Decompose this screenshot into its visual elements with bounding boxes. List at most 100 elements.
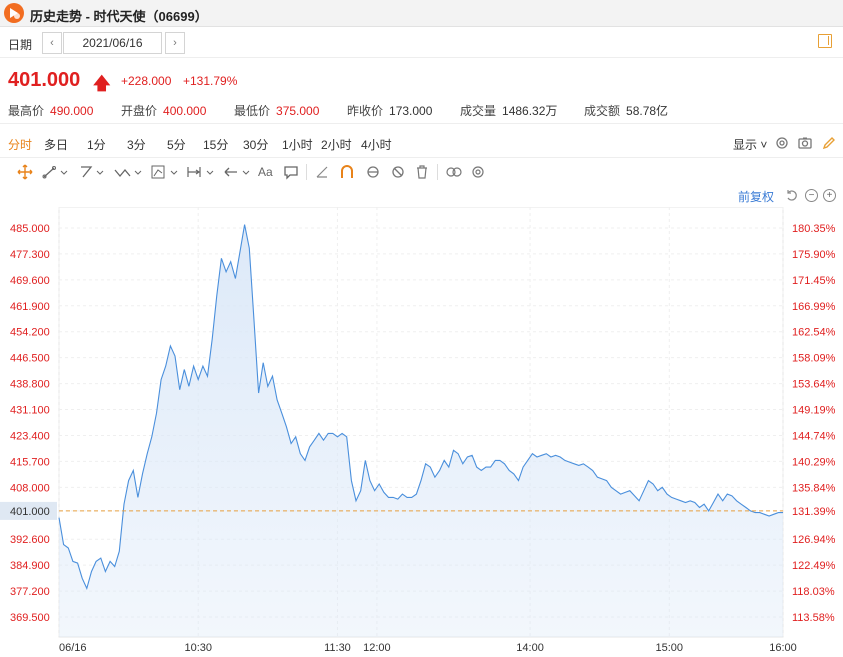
zoom-in-icon[interactable]: + xyxy=(823,189,836,202)
pencil-icon[interactable] xyxy=(821,135,837,151)
date-bar: 日期 ‹ 2021/06/16 › xyxy=(0,28,843,58)
percent-tick-label: 122.49% xyxy=(792,560,836,572)
percent-tick-label: 166.99% xyxy=(792,301,836,313)
percent-tick-label: 126.94% xyxy=(792,534,836,546)
time-tick-label: 15:00 xyxy=(656,642,684,654)
compare-icon[interactable] xyxy=(445,162,463,182)
adjust-mode-button[interactable]: 前复权 xyxy=(738,188,774,205)
percent-tick-label: 118.03% xyxy=(792,586,835,598)
indicator-settings-icon[interactable] xyxy=(470,162,486,182)
tab-30min[interactable]: 30分 xyxy=(243,136,268,153)
prev-date-button[interactable]: ‹ xyxy=(42,32,62,54)
price-tick-label: 415.700 xyxy=(10,456,50,468)
tab-5min[interactable]: 5分 xyxy=(167,136,186,153)
percent-tick-label: 175.90% xyxy=(792,249,836,261)
hide-drawing-icon[interactable] xyxy=(389,162,407,182)
percent-tick-label: 158.09% xyxy=(792,353,836,365)
intraday-chart[interactable]: 485.000 477.300 469.600 461.900 454.200 446.5… xyxy=(0,207,843,657)
price-tick-label: 446.500 xyxy=(10,353,50,365)
time-tick-label: 10:30 xyxy=(184,642,212,654)
tab-4hour[interactable]: 4小时 xyxy=(361,136,392,153)
price-tick-label: 469.600 xyxy=(10,275,50,287)
percent-tick-label: 171.45% xyxy=(792,275,836,287)
reset-icon[interactable] xyxy=(785,189,798,202)
chart-pattern-icon[interactable] xyxy=(150,162,180,182)
move-crosshair-icon[interactable] xyxy=(16,162,34,182)
percent-tick-label: 131.39% xyxy=(792,506,836,518)
stat-low: 最低价 375.000 xyxy=(234,104,320,118)
price-tick-label: 384.900 xyxy=(10,560,50,572)
next-date-button[interactable]: › xyxy=(165,32,185,54)
up-arrow-icon: 🡅 xyxy=(93,74,111,93)
wave-tool-icon[interactable] xyxy=(113,162,143,182)
text-tool-button[interactable]: Aa xyxy=(258,162,273,182)
time-tick-label: 12:00 xyxy=(363,642,391,654)
percent-tick-label: 113.58% xyxy=(792,612,835,624)
price-tick-label: 423.400 xyxy=(10,430,50,442)
comment-icon[interactable] xyxy=(283,162,299,182)
time-tick-label: 11:30 xyxy=(324,642,351,654)
ray-tool-icon[interactable] xyxy=(78,162,106,182)
line-tool-icon[interactable] xyxy=(42,162,70,182)
drawing-toolbar: Aa xyxy=(0,159,843,185)
measure-tool-icon[interactable] xyxy=(186,162,216,182)
percent-tick-label: 153.64% xyxy=(792,379,836,391)
price-change: +228.000 xyxy=(121,74,172,88)
percent-tick-label: 180.35% xyxy=(792,223,836,235)
lock-drawing-icon[interactable] xyxy=(364,162,382,182)
arrow-tool-icon[interactable] xyxy=(222,162,252,182)
stat-high: 最高价 490.000 xyxy=(8,104,94,118)
stat-open: 开盘价 400.000 xyxy=(121,104,207,118)
date-label: 日期 xyxy=(8,38,33,52)
x-axis: 06/16 10:30 11:30 12:00 14:00 15:00 16:00 xyxy=(59,642,797,654)
date-field[interactable]: 2021/06/16 xyxy=(63,32,162,54)
tab-1hour[interactable]: 1小时 xyxy=(282,136,313,153)
price-tick-label: 485.000 xyxy=(10,223,50,235)
price-tick-label: 369.500 xyxy=(10,612,50,624)
tab-3min[interactable]: 3分 xyxy=(127,136,146,153)
display-dropdown[interactable]: 显示 ˅ xyxy=(733,136,767,153)
price-tick-label: 477.300 xyxy=(10,249,50,261)
price-tick-label: 454.200 xyxy=(10,327,50,339)
price-tick-label: 431.100 xyxy=(10,405,50,417)
title-bar: 历史走势 - 时代天使（06699） xyxy=(0,0,843,27)
price-change-percent: +131.79% xyxy=(183,74,238,88)
percent-tick-label: 144.74% xyxy=(792,430,836,442)
time-tick-label: 14:00 xyxy=(516,642,544,654)
percent-tick-label: 162.54% xyxy=(792,327,836,339)
time-tick-label: 16:00 xyxy=(769,642,797,654)
stat-volume: 成交量 1486.32万 xyxy=(460,104,558,118)
chart-options: 前复权 − + xyxy=(0,186,843,206)
y-axis-percent: 180.35% 175.90% 171.45% 166.99% 162.54% 158.0… xyxy=(792,223,836,624)
period-tabs: 分时 多日 1分 3分 5分 15分 30分 1小时 2小时 4小时 显示 ˅ xyxy=(0,128,843,158)
stat-turnover: 成交额 58.78亿 xyxy=(584,104,669,118)
window-title: 历史走势 - 时代天使（06699） xyxy=(30,9,208,24)
camera-icon[interactable] xyxy=(797,135,813,151)
tab-1min[interactable]: 1分 xyxy=(87,136,106,153)
price-tick-label: 408.000 xyxy=(10,482,50,494)
stat-prev-close: 昨收价 173.000 xyxy=(347,104,433,118)
time-tick-label: 06/16 xyxy=(59,642,87,654)
app-logo-icon xyxy=(4,3,24,23)
settings-gear-icon[interactable] xyxy=(774,135,790,151)
zoom-out-icon[interactable]: − xyxy=(805,189,818,202)
price-tick-label: 377.200 xyxy=(10,586,50,598)
price-tick-label: 438.800 xyxy=(10,379,50,391)
percent-tick-label: 140.29% xyxy=(792,456,836,468)
toolbar-separator xyxy=(306,164,307,180)
percent-tick-label: 149.19% xyxy=(792,405,836,417)
percent-tick-label: 135.84% xyxy=(792,482,836,494)
magnet-icon[interactable] xyxy=(339,162,355,182)
trash-icon[interactable] xyxy=(414,162,430,182)
y-axis-price: 485.000 477.300 469.600 461.900 454.200 446.5… xyxy=(0,223,57,624)
side-panel-toggle-icon[interactable] xyxy=(818,34,832,48)
tab-15min[interactable]: 15分 xyxy=(203,136,228,153)
tab-intraday[interactable]: 分时 xyxy=(8,136,32,153)
current-price: 401.000 xyxy=(8,69,81,91)
price-tick-label: 401.000 xyxy=(10,506,50,518)
tab-2hour[interactable]: 2小时 xyxy=(321,136,352,153)
quote-summary: 401.000 🡅 +228.000 +131.79% 最高价 490.000 开… xyxy=(0,62,843,124)
price-tick-label: 461.900 xyxy=(10,301,50,313)
tab-multi-day[interactable]: 多日 xyxy=(44,136,68,153)
angle-tool-icon[interactable] xyxy=(314,162,330,182)
